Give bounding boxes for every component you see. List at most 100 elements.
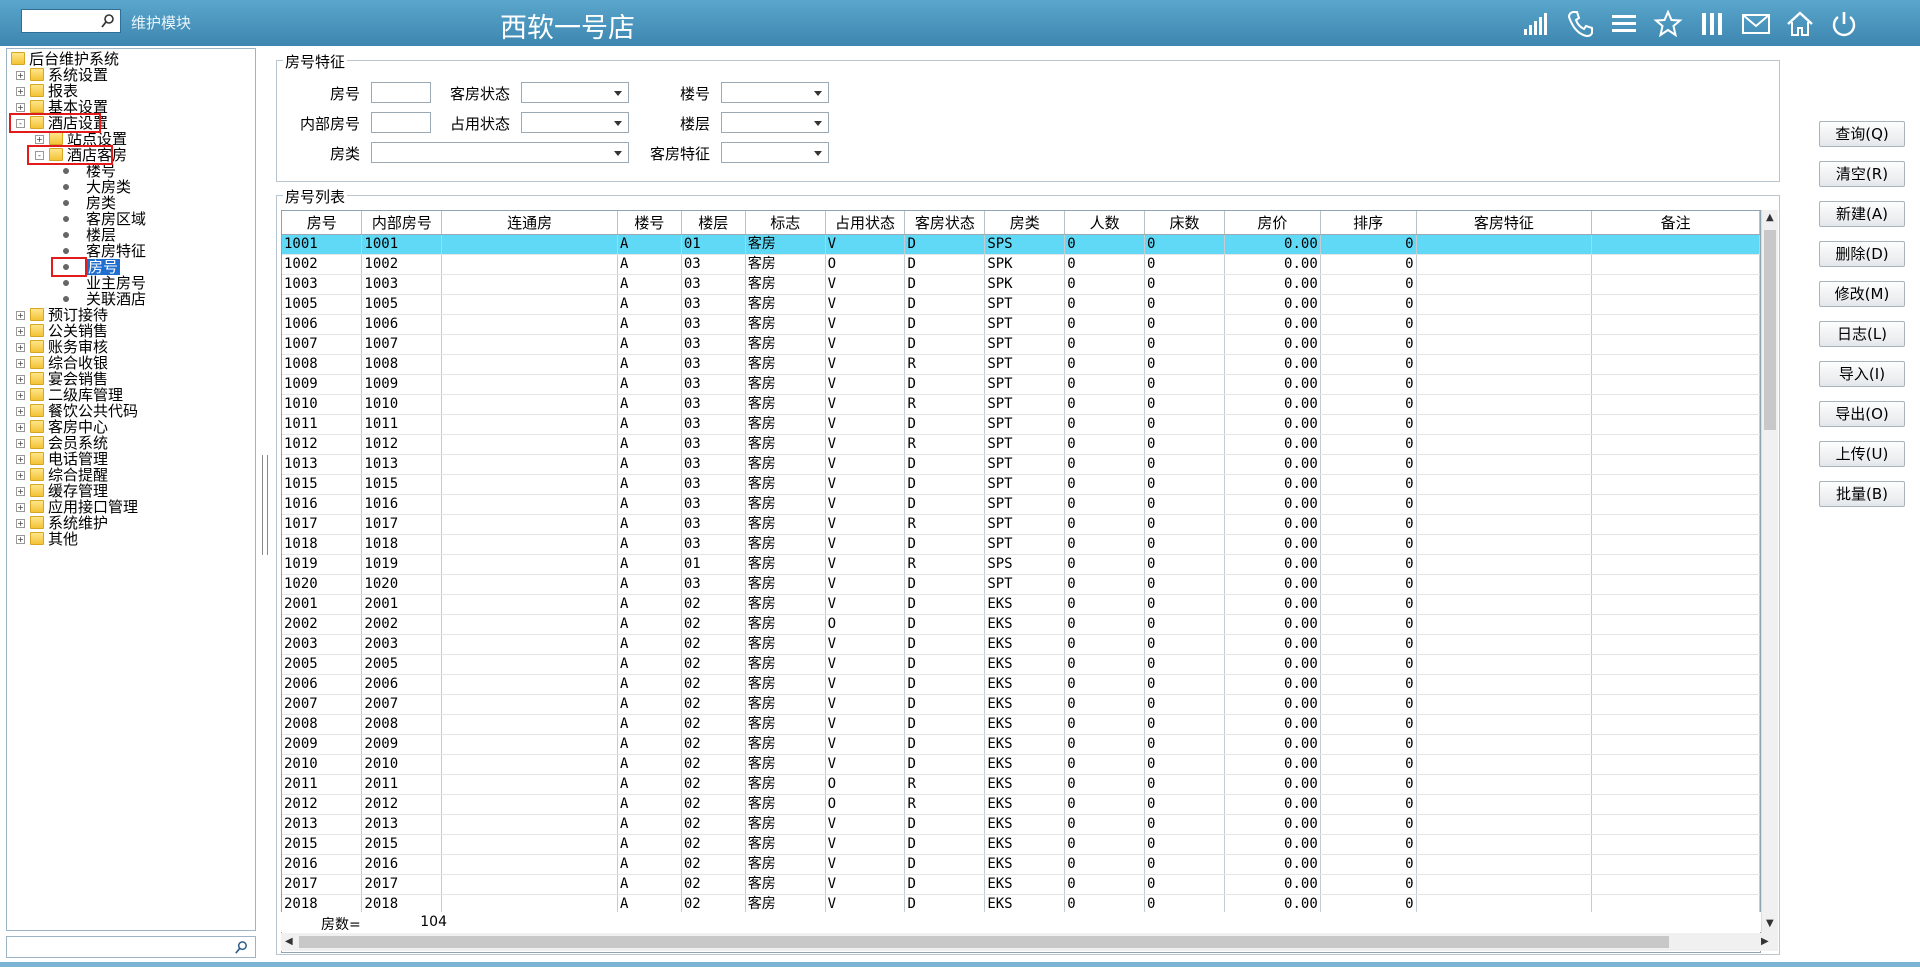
table-row[interactable]: 2003 2003 A 02 客房 V D EKS 0 0 0.00 0 xyxy=(282,634,1760,655)
tree-item[interactable]: + 客房中心 xyxy=(11,419,251,435)
scroll-right-icon[interactable]: ▶ xyxy=(1761,936,1769,947)
tree-item[interactable]: + 应用接口管理 xyxy=(11,499,251,515)
tree-search-input[interactable] xyxy=(6,936,256,958)
module-search-input[interactable] xyxy=(21,9,121,33)
tree-item[interactable]: + 综合提醒 xyxy=(11,467,251,483)
expand-icon[interactable]: + xyxy=(16,391,25,400)
expand-icon[interactable]: + xyxy=(16,503,25,512)
panel-splitter[interactable] xyxy=(262,455,268,555)
tree-item[interactable]: + 电话管理 xyxy=(11,451,251,467)
expand-icon[interactable]: + xyxy=(16,455,25,464)
column-header[interactable]: 楼层 xyxy=(681,211,746,235)
tree-item[interactable]: + 账务审核 xyxy=(11,339,251,355)
tree-item[interactable]: 房号 xyxy=(11,259,251,275)
room-no-input[interactable] xyxy=(371,82,431,103)
table-row[interactable]: 1011 1011 A 03 客房 V D SPT 0 0 0.00 0 xyxy=(282,414,1760,435)
delete-button[interactable]: 删除(D) xyxy=(1819,241,1905,267)
table-row[interactable]: 2012 2012 A 02 客房 O R EKS 0 0 0.00 0 xyxy=(282,794,1760,815)
expand-icon[interactable]: + xyxy=(16,71,25,80)
tree-item[interactable]: + 二级库管理 xyxy=(11,387,251,403)
column-header[interactable]: 排序 xyxy=(1320,211,1417,235)
tree-item[interactable]: + 宴会销售 xyxy=(11,371,251,387)
new-button[interactable]: 新建(A) xyxy=(1819,201,1905,227)
table-row[interactable]: 1020 1020 A 03 客房 V D SPT 0 0 0.00 0 xyxy=(282,574,1760,595)
tree-item[interactable]: 业主房号 xyxy=(11,275,251,291)
tree-item[interactable]: 后台维护系统 xyxy=(11,51,251,67)
column-header[interactable]: 内部房号 xyxy=(361,211,443,235)
tree-item[interactable]: 客房区域 xyxy=(11,211,251,227)
vertical-scroll-thumb[interactable] xyxy=(1764,230,1776,430)
inner-no-input[interactable] xyxy=(371,112,431,133)
columns-icon[interactable] xyxy=(1696,8,1728,40)
search-icon[interactable] xyxy=(100,13,116,29)
column-header[interactable]: 客房状态 xyxy=(904,211,986,235)
table-row[interactable]: 1002 1002 A 03 客房 O D SPK 0 0 0.00 0 xyxy=(282,254,1760,275)
building-select[interactable] xyxy=(721,82,829,103)
tree-item[interactable]: + 报表 xyxy=(11,83,251,99)
feature-select[interactable] xyxy=(721,142,829,163)
tree-item[interactable]: + 预订接待 xyxy=(11,307,251,323)
table-row[interactable]: 2018 2018 A 02 客房 V D EKS 0 0 0.00 0 xyxy=(282,894,1760,915)
table-row[interactable]: 1019 1019 A 01 客房 V R SPS 0 0 0.00 0 xyxy=(282,554,1760,575)
column-header[interactable]: 备注 xyxy=(1591,211,1760,235)
occupancy-select[interactable] xyxy=(521,112,629,133)
table-row[interactable]: 2015 2015 A 02 客房 V D EKS 0 0 0.00 0 xyxy=(282,834,1760,855)
table-row[interactable]: 1006 1006 A 03 客房 V D SPT 0 0 0.00 0 xyxy=(282,314,1760,335)
table-row[interactable]: 1015 1015 A 03 客房 V D SPT 0 0 0.00 0 xyxy=(282,474,1760,495)
table-row[interactable]: 2001 2001 A 02 客房 V D EKS 0 0 0.00 0 xyxy=(282,594,1760,615)
table-row[interactable]: 2007 2007 A 02 客房 V D EKS 0 0 0.00 0 xyxy=(282,694,1760,715)
tree-item[interactable]: + 缓存管理 xyxy=(11,483,251,499)
log-button[interactable]: 日志(L) xyxy=(1819,321,1905,347)
expand-icon[interactable]: + xyxy=(16,311,25,320)
batch-button[interactable]: 批量(B) xyxy=(1819,481,1905,507)
column-header[interactable]: 人数 xyxy=(1064,211,1146,235)
vertical-scrollbar[interactable]: ▲ ▼ xyxy=(1761,210,1778,933)
menu-icon[interactable] xyxy=(1608,8,1640,40)
table-row[interactable]: 1001 1001 A 01 客房 V D SPS 0 0 0.00 0 xyxy=(282,234,1760,255)
expand-icon[interactable]: + xyxy=(16,423,25,432)
table-row[interactable]: 1013 1013 A 03 客房 V D SPT 0 0 0.00 0 xyxy=(282,454,1760,475)
expand-icon[interactable]: + xyxy=(16,103,25,112)
column-header[interactable]: 房类 xyxy=(984,211,1066,235)
column-header[interactable]: 占用状态 xyxy=(825,211,906,235)
expand-icon[interactable]: + xyxy=(16,407,25,416)
table-row[interactable]: 2011 2011 A 02 客房 O R EKS 0 0 0.00 0 xyxy=(282,774,1760,795)
home-icon[interactable] xyxy=(1784,8,1816,40)
tree-item[interactable]: + 综合收银 xyxy=(11,355,251,371)
expand-icon[interactable]: + xyxy=(16,535,25,544)
star-icon[interactable] xyxy=(1652,8,1684,40)
room-status-select[interactable] xyxy=(521,82,629,103)
column-header[interactable]: 标志 xyxy=(745,211,826,235)
export-button[interactable]: 导出(O) xyxy=(1819,401,1905,427)
tree-item[interactable]: + 系统设置 xyxy=(11,67,251,83)
scroll-up-icon[interactable]: ▲ xyxy=(1766,212,1774,223)
horizontal-scroll-thumb[interactable] xyxy=(299,936,1669,948)
column-header[interactable]: 床数 xyxy=(1144,211,1225,235)
table-row[interactable]: 1010 1010 A 03 客房 V R SPT 0 0 0.00 0 xyxy=(282,394,1760,415)
expand-icon[interactable]: + xyxy=(16,343,25,352)
table-row[interactable]: 1018 1018 A 03 客房 V D SPT 0 0 0.00 0 xyxy=(282,534,1760,555)
expand-icon[interactable]: + xyxy=(16,375,25,384)
table-row[interactable]: 2017 2017 A 02 客房 V D EKS 0 0 0.00 0 xyxy=(282,874,1760,895)
tree-item[interactable]: 大房类 xyxy=(11,179,251,195)
room-type-select[interactable] xyxy=(371,142,629,163)
clear-button[interactable]: 清空(R) xyxy=(1819,161,1905,187)
upload-button[interactable]: 上传(U) xyxy=(1819,441,1905,467)
column-header[interactable]: 连通房 xyxy=(441,211,618,235)
horizontal-scrollbar[interactable]: ◀ ▶ xyxy=(281,933,1778,951)
tree-item[interactable]: 楼号 xyxy=(11,163,251,179)
tree-item[interactable]: 房类 xyxy=(11,195,251,211)
column-header[interactable]: 楼号 xyxy=(617,211,682,235)
expand-icon[interactable]: + xyxy=(16,359,25,368)
tree-item[interactable]: 楼层 xyxy=(11,227,251,243)
table-row[interactable]: 1003 1003 A 03 客房 V D SPK 0 0 0.00 0 xyxy=(282,274,1760,295)
table-row[interactable]: 2008 2008 A 02 客房 V D EKS 0 0 0.00 0 xyxy=(282,714,1760,735)
tree-item[interactable]: + 餐饮公共代码 xyxy=(11,403,251,419)
tree-item[interactable]: + 公关销售 xyxy=(11,323,251,339)
phone-icon[interactable] xyxy=(1564,8,1596,40)
table-row[interactable]: 1005 1005 A 03 客房 V D SPT 0 0 0.00 0 xyxy=(282,294,1760,315)
floor-select[interactable] xyxy=(721,112,829,133)
column-header[interactable]: 房价 xyxy=(1224,211,1321,235)
expand-icon[interactable]: + xyxy=(16,327,25,336)
signal-icon[interactable] xyxy=(1520,8,1552,40)
